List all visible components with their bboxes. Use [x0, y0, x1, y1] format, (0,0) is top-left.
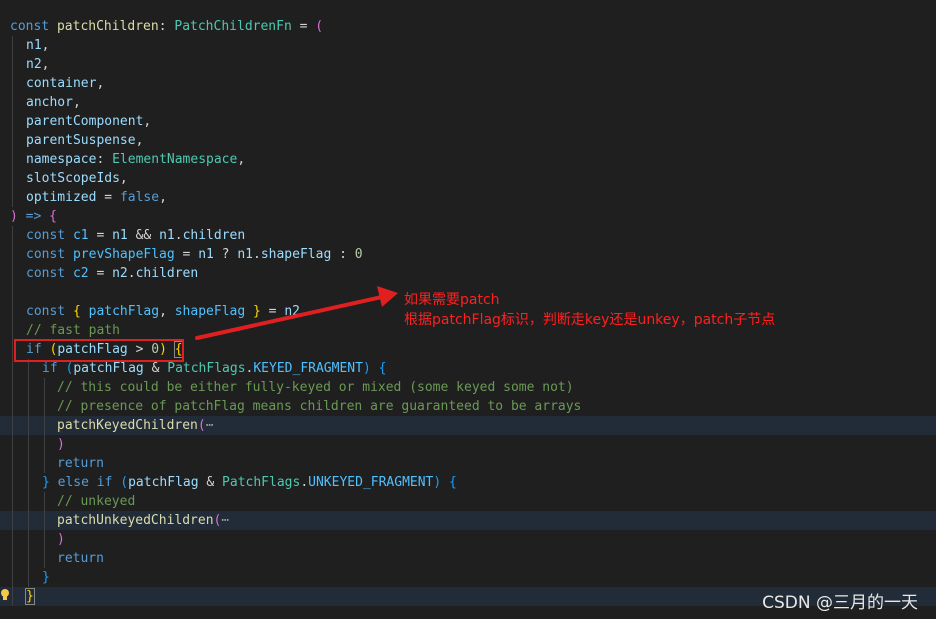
annotation-note-line2: 根据patchFlag标识，判断走key还是unkey，patch子节点 [404, 312, 776, 328]
watermark: CSDN @三月的一天 [762, 593, 918, 613]
annotation-note-line1: 如果需要patch [404, 292, 500, 308]
